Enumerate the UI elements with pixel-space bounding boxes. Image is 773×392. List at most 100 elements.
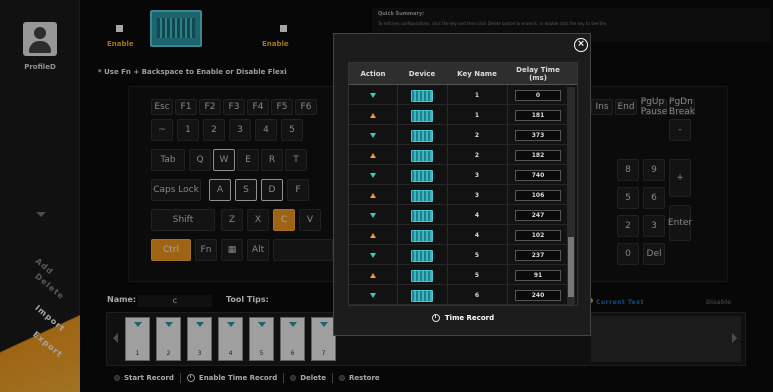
close-icon[interactable]: ×	[574, 38, 588, 52]
key-name-cell: 1	[474, 92, 480, 99]
device-cell	[397, 246, 447, 265]
keyboard-device-icon	[411, 109, 433, 122]
delay-time-input[interactable]: 102	[515, 230, 561, 241]
delay-cell: 237	[507, 246, 569, 265]
key-down-arrow-icon	[370, 173, 376, 178]
delay-cell: 247	[507, 206, 569, 225]
keyboard-device-icon	[411, 289, 433, 302]
key-name-cell: 2	[474, 152, 480, 159]
delay-time-input[interactable]: 182	[515, 150, 561, 161]
delay-cell: 182	[507, 146, 569, 165]
scrollbar[interactable]	[567, 87, 575, 305]
table-row[interactable]: 3 106	[349, 186, 567, 205]
device-cell	[397, 126, 447, 145]
device-cell	[397, 186, 447, 205]
keyboard-device-icon	[411, 249, 433, 262]
col-key-name: Key Name	[457, 70, 497, 78]
delay-cell: 740	[507, 166, 569, 185]
table-row[interactable]: 4 102	[349, 226, 567, 245]
table-row[interactable]: 5 91	[349, 266, 567, 285]
delay-time-input[interactable]: 91	[515, 270, 561, 281]
device-cell	[397, 286, 447, 305]
action-cell	[349, 186, 397, 205]
delay-cell: 373	[507, 126, 569, 145]
time-record-table: Action Device Key Name Delay Time (ms) 1…	[348, 62, 578, 306]
delay-time-input[interactable]: 106	[515, 190, 561, 201]
scrollbar-thumb[interactable]	[568, 237, 574, 297]
table-row[interactable]: 1 181	[349, 106, 567, 125]
key-down-arrow-icon	[370, 213, 376, 218]
device-cell	[397, 226, 447, 245]
delay-time-input[interactable]: 240	[515, 290, 561, 301]
delay-time-input[interactable]: 181	[515, 110, 561, 121]
keyboard-macro-app: ProfileD Add Delete Import Export Enable…	[0, 0, 773, 392]
keyboard-device-icon	[411, 129, 433, 142]
key-name-cell: 5	[474, 252, 480, 259]
delay-cell: 181	[507, 106, 569, 125]
key-name-cell: 3	[474, 192, 480, 199]
keyboard-device-icon	[411, 209, 433, 222]
key-name-cell: 3	[474, 172, 480, 179]
key-up-arrow-icon	[370, 233, 376, 238]
key-down-arrow-icon	[370, 293, 376, 298]
delay-time-input[interactable]: 373	[515, 130, 561, 141]
keyboard-device-icon	[411, 169, 433, 182]
device-cell	[397, 106, 447, 125]
action-cell	[349, 106, 397, 125]
time-record-dialog: × Action Device Key Name Delay Time (ms)…	[333, 33, 591, 336]
table-row[interactable]: 4 247	[349, 206, 567, 225]
clock-icon	[431, 314, 440, 322]
key-name-cell: 4	[474, 212, 480, 219]
key-up-arrow-icon	[370, 113, 376, 118]
device-cell	[397, 266, 447, 285]
delay-cell: 0	[507, 86, 569, 105]
delay-cell: 91	[507, 266, 569, 285]
delay-cell: 106	[507, 186, 569, 205]
table-row[interactable]: 2 373	[349, 126, 567, 145]
time-record-toggle[interactable]: Time Record	[334, 314, 592, 322]
table-row[interactable]: 6 240	[349, 286, 567, 305]
table-row[interactable]: 3 740	[349, 166, 567, 185]
delay-time-input[interactable]: 740	[515, 170, 561, 181]
keyboard-device-icon	[411, 89, 433, 102]
action-cell	[349, 246, 397, 265]
action-cell	[349, 166, 397, 185]
action-cell	[349, 266, 397, 285]
table-row[interactable]: 10	[349, 86, 567, 105]
key-up-arrow-icon	[370, 273, 376, 278]
keyboard-device-icon	[411, 269, 433, 282]
key-name-cell: 2	[474, 132, 480, 139]
delay-cell: 102	[507, 226, 569, 245]
device-cell	[397, 86, 447, 105]
device-cell	[397, 166, 447, 185]
keyboard-device-icon	[411, 189, 433, 202]
key-down-arrow-icon	[370, 133, 376, 138]
keyboard-device-icon	[411, 229, 433, 242]
delay-time-input[interactable]: 247	[515, 210, 561, 221]
table-header: Action Device Key Name Delay Time (ms)	[349, 63, 577, 85]
table-row[interactable]: 5 237	[349, 246, 567, 265]
key-down-arrow-icon	[370, 93, 376, 98]
action-cell	[349, 206, 397, 225]
delay-time-input[interactable]: 237	[515, 250, 561, 261]
keyboard-device-icon	[411, 149, 433, 162]
device-cell	[397, 146, 447, 165]
delay-cell: 240	[507, 286, 569, 305]
key-name-cell: 1	[474, 112, 480, 119]
col-delay-time: Delay Time (ms)	[516, 66, 560, 82]
delay-time-input[interactable]: 0	[515, 90, 561, 101]
action-cell	[349, 126, 397, 145]
action-cell	[349, 86, 397, 105]
action-cell	[349, 146, 397, 165]
col-action: Action	[360, 70, 386, 78]
key-up-arrow-icon	[370, 193, 376, 198]
key-name-cell: 5	[474, 272, 480, 279]
table-row[interactable]: 2 182	[349, 146, 567, 165]
key-name-cell: 6	[474, 292, 480, 299]
action-cell	[349, 226, 397, 245]
device-cell	[397, 206, 447, 225]
key-down-arrow-icon	[370, 253, 376, 258]
action-cell	[349, 286, 397, 305]
key-up-arrow-icon	[370, 153, 376, 158]
col-device: Device	[408, 70, 436, 78]
